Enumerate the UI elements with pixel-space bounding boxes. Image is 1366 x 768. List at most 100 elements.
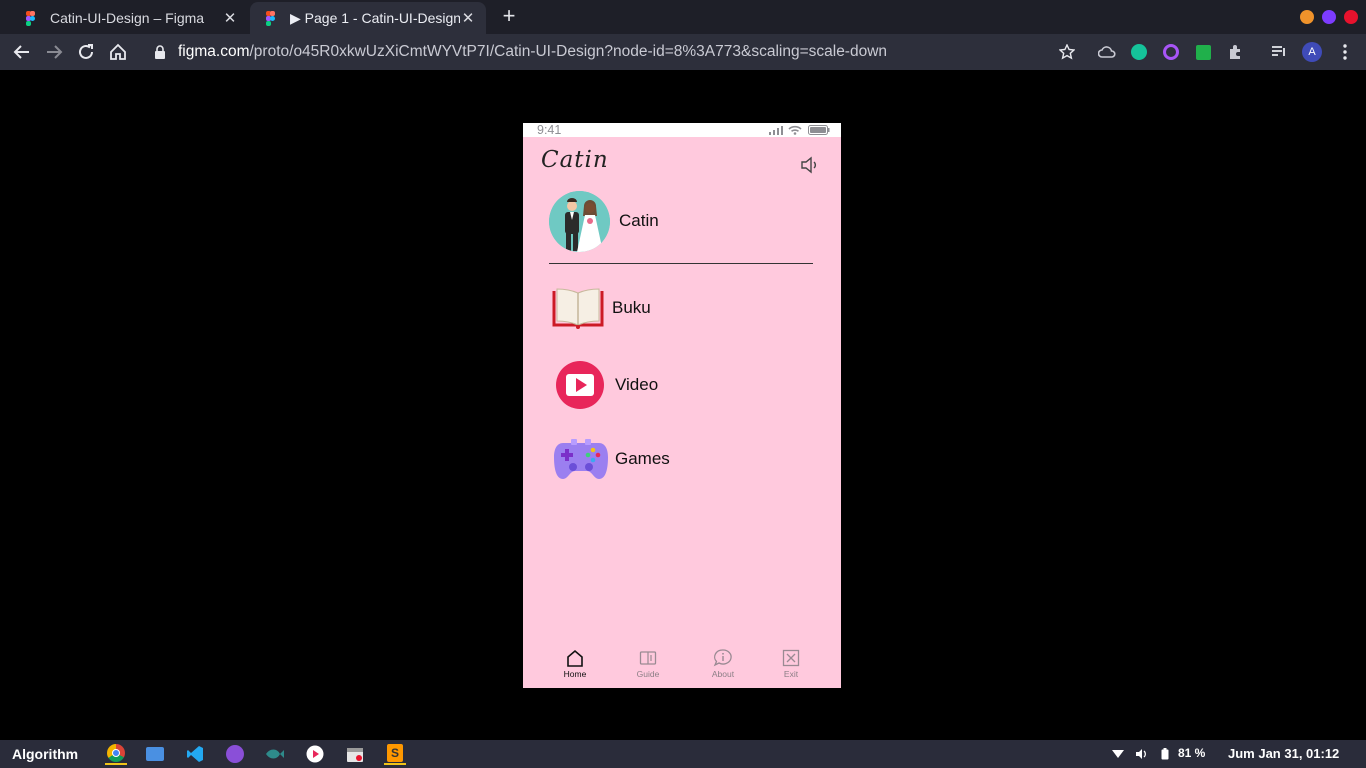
tab-figma-editor[interactable]: Catin-UI-Design – Figma ✕: [10, 2, 248, 34]
back-button[interactable]: [10, 40, 34, 64]
sublime-icon: S: [387, 744, 403, 762]
desktop-taskbar: Algorithm S 81 % Jum Jan 31, 01:12: [0, 740, 1366, 768]
browser-toolbar: figma.com/proto/o45R0xkwUzXiCmtWYVtP7I/C…: [0, 34, 1366, 70]
chrome-icon: [107, 744, 125, 762]
ring-icon: [1163, 44, 1179, 60]
menu-item-buku[interactable]: Buku: [551, 287, 651, 329]
cloud-extension-button[interactable]: [1098, 43, 1116, 61]
app-logo: Catin: [541, 147, 609, 173]
address-bar[interactable]: figma.com/proto/o45R0xkwUzXiCmtWYVtP7I/C…: [142, 37, 1092, 67]
profile-avatar[interactable]: [549, 191, 610, 252]
taskbar-vscode[interactable]: [184, 743, 206, 765]
playlist-icon: [1272, 46, 1285, 56]
profile-avatar-button[interactable]: A: [1302, 42, 1322, 62]
kebab-menu-icon: [1343, 44, 1347, 60]
home-icon: [567, 649, 583, 667]
bottom-navigation: Home Guide About Exit: [523, 643, 841, 688]
reload-icon: [79, 44, 93, 59]
taskbar-media-player[interactable]: [304, 743, 326, 765]
reading-list-button[interactable]: [1270, 43, 1288, 61]
cloud-icon: [1098, 46, 1116, 58]
wifi-icon: [788, 125, 802, 135]
arrow-right-icon: [47, 45, 63, 59]
arrow-left-icon: [13, 45, 29, 59]
nav-tab-home[interactable]: Home: [550, 649, 600, 679]
puzzle-extension-button[interactable]: [1226, 43, 1244, 61]
nav-label: Home: [563, 669, 587, 679]
battery-icon[interactable]: [1161, 748, 1169, 760]
tab-close-button[interactable]: ✕: [460, 9, 476, 27]
github-icon: [226, 745, 244, 763]
battery-percentage: 81 %: [1178, 746, 1206, 760]
gamepad-icon: [554, 439, 608, 479]
grammarly-icon: [1131, 44, 1147, 60]
taskbar-calendar[interactable]: [344, 743, 366, 765]
tab-close-button[interactable]: ✕: [222, 9, 238, 27]
menu-label: Games: [615, 449, 670, 468]
green-square-icon: [1195, 44, 1211, 60]
media-play-icon: [306, 745, 324, 763]
taskbar-workspace-title: Algorithm: [12, 746, 79, 762]
nav-label: About: [711, 669, 735, 679]
volume-icon[interactable]: [1135, 748, 1147, 760]
calendar-icon: [347, 748, 363, 762]
prototype-frame: 9:41 Catin Catin Buku Video Games Home G…: [523, 123, 841, 688]
taskbar-files[interactable]: [144, 743, 166, 765]
book-icon: [552, 288, 604, 329]
figma-icon: [262, 10, 278, 26]
folder-icon: [146, 747, 164, 761]
close-window-button[interactable]: [1344, 10, 1358, 24]
extensions-icon: [1230, 45, 1240, 59]
taskbar-clock[interactable]: Jum Jan 31, 01:12: [1228, 746, 1339, 761]
menu-item-games[interactable]: Games: [553, 437, 670, 481]
menu-label: Video: [615, 375, 659, 394]
play-video-icon: [556, 361, 604, 409]
tab-figma-prototype[interactable]: ▶ Page 1 - Catin-UI-Design ✕: [250, 2, 486, 34]
profile-name: Catin: [619, 211, 659, 230]
home-button[interactable]: [106, 40, 130, 64]
taskbar-chrome[interactable]: [105, 743, 127, 765]
star-icon: [1059, 44, 1075, 60]
green-extension-button[interactable]: [1194, 43, 1212, 61]
exit-x-icon: [782, 649, 800, 667]
figma-icon: [22, 10, 38, 26]
reload-button[interactable]: [74, 40, 98, 64]
home-icon: [110, 43, 126, 60]
nav-tab-exit[interactable]: Exit: [766, 649, 816, 679]
lock-icon: [155, 45, 165, 59]
browser-menu-button[interactable]: [1336, 43, 1354, 61]
info-bubble-icon: [713, 649, 732, 667]
maximize-window-button[interactable]: [1322, 10, 1336, 24]
taskbar-sublime[interactable]: S: [384, 743, 406, 765]
wifi-icon[interactable]: [1112, 749, 1124, 759]
phone-status-bar: 9:41: [523, 123, 841, 137]
minimize-window-button[interactable]: [1300, 10, 1314, 24]
menu-label: Buku: [612, 298, 651, 317]
purple-ring-extension-button[interactable]: [1162, 43, 1180, 61]
url-path: /proto/o45R0xkwUzXiCmtWYVtP7I/Catin-UI-D…: [249, 43, 888, 60]
taskbar-fish-app[interactable]: [264, 743, 286, 765]
tab-title: ▶ Page 1 - Catin-UI-Design: [290, 9, 460, 26]
signal-icon: [769, 126, 783, 135]
url-host: figma.com: [178, 43, 250, 60]
taskbar-github[interactable]: [224, 743, 246, 765]
tab-title: Catin-UI-Design – Figma: [50, 10, 205, 26]
forward-button[interactable]: [42, 40, 66, 64]
divider: [549, 263, 813, 264]
status-time: 9:41: [537, 123, 562, 137]
battery-icon: [808, 125, 830, 135]
bookmark-star-button[interactable]: [1058, 43, 1076, 61]
nav-label: Exit: [783, 669, 799, 679]
guide-book-icon: [639, 651, 657, 665]
nav-label: Guide: [636, 669, 660, 679]
nav-tab-guide[interactable]: Guide: [623, 649, 673, 679]
menu-item-video[interactable]: Video: [555, 360, 658, 410]
new-tab-button[interactable]: +: [498, 5, 520, 29]
grammarly-extension-button[interactable]: [1130, 43, 1148, 61]
bride-groom-icon: [549, 191, 610, 252]
vscode-icon: [187, 746, 203, 762]
speaker-icon[interactable]: [799, 154, 821, 176]
browser-tab-bar: Catin-UI-Design – Figma ✕ ▶ Page 1 - Cat…: [0, 0, 1366, 34]
fish-icon: [266, 749, 284, 759]
nav-tab-about[interactable]: About: [698, 649, 748, 679]
